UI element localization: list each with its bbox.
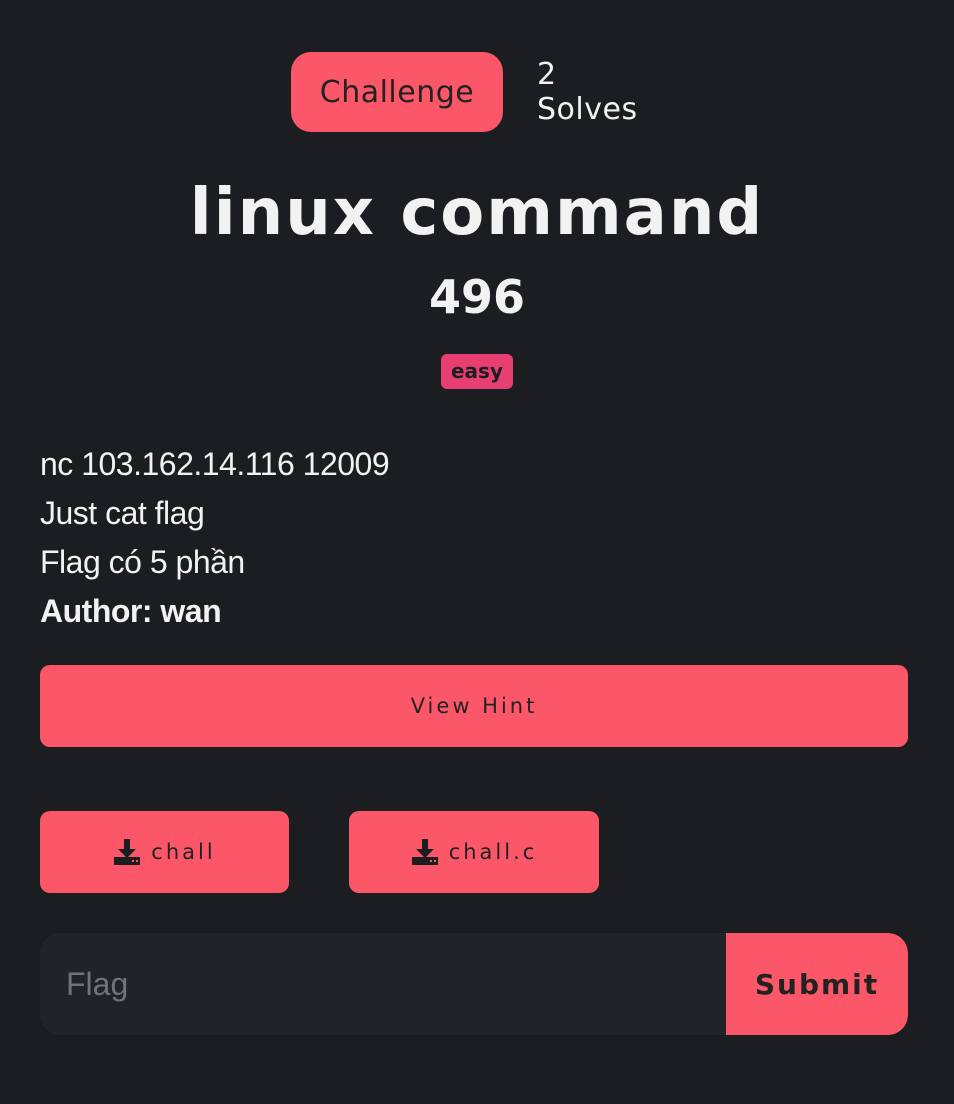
- download-chall-button[interactable]: chall: [40, 811, 289, 893]
- tab-challenge[interactable]: Challenge: [291, 52, 503, 132]
- challenge-name: linux command: [189, 176, 765, 250]
- view-hint-button[interactable]: View Hint: [40, 665, 908, 747]
- download-icon: [114, 839, 141, 865]
- flag-submit-form: Submit: [40, 933, 908, 1035]
- description-author: Author: wan: [40, 593, 222, 629]
- difficulty-badge-container: easy: [0, 354, 954, 389]
- challenge-points: 496: [428, 270, 526, 324]
- description-line-connection: nc 103.162.14.116 12009: [40, 446, 390, 482]
- difficulty-badge: easy: [440, 354, 513, 389]
- description-line-flag-parts: Flag có 5 phần: [40, 544, 245, 580]
- submit-button[interactable]: Submit: [726, 933, 908, 1035]
- challenge-description: nc 103.162.14.116 12009 Just cat flag Fl…: [40, 440, 910, 636]
- download-chall-c-button[interactable]: chall.c: [349, 811, 599, 893]
- file-label: chall: [151, 840, 216, 864]
- flag-input[interactable]: [40, 933, 726, 1035]
- download-icon: [411, 839, 438, 865]
- challenge-tabs: Challenge 2 Solves: [0, 52, 954, 132]
- file-label: chall.c: [448, 840, 538, 864]
- description-line-instruction: Just cat flag: [40, 495, 205, 531]
- tab-solves[interactable]: 2 Solves: [503, 52, 691, 132]
